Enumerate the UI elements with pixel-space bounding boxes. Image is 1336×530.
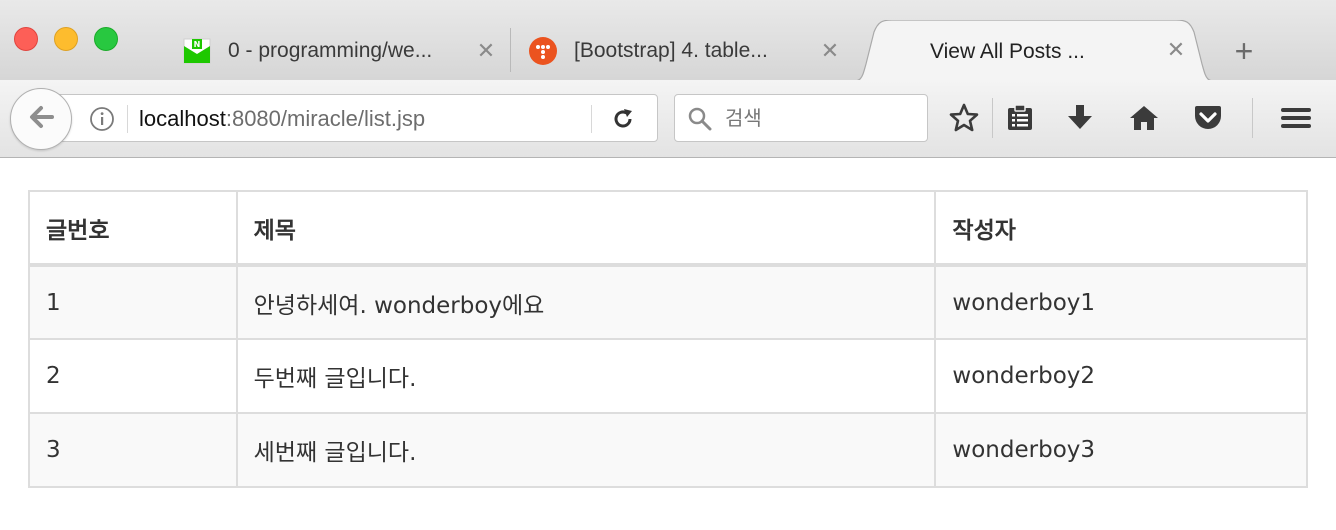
new-tab-button[interactable]: +: [1228, 35, 1260, 68]
post-author: wonderboy3: [934, 412, 1308, 488]
header-title: 제목: [235, 190, 937, 267]
search-bar[interactable]: [674, 94, 928, 142]
table-header-row: 글번호 제목 작성자: [28, 190, 1308, 267]
post-author: wonderboy1: [934, 264, 1308, 340]
close-tab-icon[interactable]: ✕: [818, 39, 842, 63]
post-author: wonderboy2: [934, 338, 1308, 414]
maximize-window-button[interactable]: [94, 27, 118, 51]
post-title: 안녕하세여. wonderboy에요: [235, 264, 937, 340]
post-number: 3: [28, 412, 238, 488]
tab-programming[interactable]: N 0 - programming/we... ✕: [182, 22, 498, 80]
toolbar-divider: [1252, 98, 1253, 138]
post-title: 세번째 글입니다.: [235, 412, 937, 488]
download-icon[interactable]: [1064, 102, 1096, 134]
tab-title: 0 - programming/we...: [228, 39, 433, 62]
url-path: :8080/miracle/list.jsp: [225, 106, 426, 131]
table-row[interactable]: 1 안녕하세여. wonderboy에요 wonderboy1: [28, 264, 1308, 340]
close-tab-icon[interactable]: ✕: [474, 39, 498, 63]
info-icon[interactable]: [89, 106, 115, 132]
back-button[interactable]: [10, 88, 72, 150]
toolbar-divider: [992, 98, 993, 138]
tistory-icon: [528, 36, 558, 66]
tab-bootstrap[interactable]: [Bootstrap] 4. table... ✕: [528, 22, 842, 80]
reload-icon[interactable]: [611, 107, 635, 131]
post-number: 2: [28, 338, 238, 414]
table-row[interactable]: 2 두번째 글입니다. wonderboy2: [28, 338, 1308, 414]
search-input[interactable]: [725, 101, 915, 135]
page-content: 글번호 제목 작성자 1 안녕하세여. wonderboy에요 wonderbo…: [28, 190, 1308, 488]
star-icon[interactable]: [948, 102, 980, 134]
search-icon: [687, 106, 713, 132]
tab-title: [Bootstrap] 4. table...: [574, 39, 768, 62]
back-arrow-icon: [26, 102, 56, 137]
tab-separator: [510, 28, 511, 72]
url-text[interactable]: localhost:8080/miracle/list.jsp: [139, 106, 425, 132]
header-post-number: 글번호: [28, 190, 238, 267]
tab-view-all-posts[interactable]: View All Posts ... ✕: [848, 20, 1220, 82]
url-host: localhost: [139, 106, 226, 131]
tab-strip: N 0 - programming/we... ✕ [Bootstrap] 4.…: [0, 0, 1336, 82]
posts-table: 글번호 제목 작성자 1 안녕하세여. wonderboy에요 wonderbo…: [28, 190, 1308, 488]
minimize-window-button[interactable]: [54, 27, 78, 51]
naver-mail-icon: N: [182, 36, 212, 66]
close-tab-icon[interactable]: ✕: [1164, 38, 1188, 62]
menu-icon[interactable]: [1280, 102, 1312, 134]
svg-text:N: N: [194, 40, 201, 49]
tab-title: View All Posts ...: [930, 40, 1085, 63]
home-icon[interactable]: [1128, 102, 1160, 134]
post-number: 1: [28, 264, 238, 340]
url-divider: [127, 105, 128, 133]
header-author: 작성자: [934, 190, 1308, 267]
post-title: 두번째 글입니다.: [235, 338, 937, 414]
pocket-icon[interactable]: [1192, 102, 1224, 134]
navigation-toolbar: localhost:8080/miracle/list.jsp: [0, 80, 1336, 158]
url-bar[interactable]: localhost:8080/miracle/list.jsp: [44, 94, 658, 142]
reading-list-icon[interactable]: [1004, 102, 1036, 134]
close-window-button[interactable]: [14, 27, 38, 51]
table-row[interactable]: 3 세번째 글입니다. wonderboy3: [28, 412, 1308, 488]
url-divider: [591, 105, 592, 133]
